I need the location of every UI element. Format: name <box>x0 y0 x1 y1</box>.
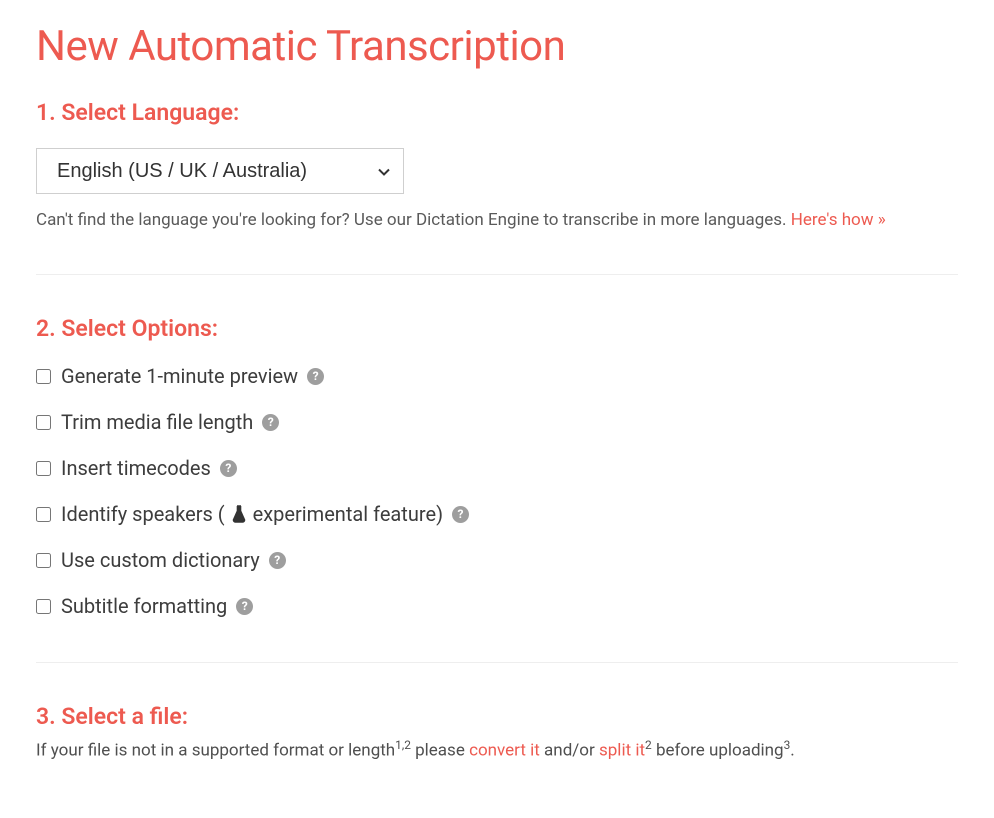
language-hint-text: Can't find the language you're looking f… <box>36 210 791 230</box>
language-select[interactable]: English (US / UK / Australia) <box>36 148 404 194</box>
file-hint-sup2: 2 <box>645 738 652 752</box>
help-icon[interactable]: ? <box>220 460 237 477</box>
help-icon[interactable]: ? <box>307 368 324 385</box>
checkbox-subtitle[interactable] <box>36 599 51 614</box>
divider-2 <box>36 662 958 663</box>
language-hint: Can't find the language you're looking f… <box>36 210 958 230</box>
label-timecodes[interactable]: Insert timecodes ? <box>61 456 237 480</box>
option-row-speakers: Identify speakers ( experimental feature… <box>36 502 958 526</box>
checkbox-trim[interactable] <box>36 415 51 430</box>
section-3-heading: 3. Select a file: <box>36 703 958 730</box>
label-preview-text: Generate 1-minute preview <box>61 364 298 388</box>
file-hint-p1: If your file is not in a supported forma… <box>36 741 395 761</box>
help-icon[interactable]: ? <box>262 414 279 431</box>
heres-how-link[interactable]: Here's how » <box>791 210 886 230</box>
label-speakers-pre: Identify speakers ( <box>61 502 225 526</box>
option-row-timecodes: Insert timecodes ? <box>36 456 958 480</box>
file-hint-p2: please <box>411 741 469 761</box>
help-icon[interactable]: ? <box>452 506 469 523</box>
file-hint-p3: and/or <box>540 741 599 761</box>
section-2-heading: 2. Select Options: <box>36 315 958 342</box>
page-title: New Automatic Transcription <box>36 22 958 71</box>
label-dictionary-text: Use custom dictionary <box>61 548 260 572</box>
file-hint-p5: . <box>790 741 794 761</box>
option-row-preview: Generate 1-minute preview ? <box>36 364 958 388</box>
divider-1 <box>36 274 958 275</box>
label-trim[interactable]: Trim media file length ? <box>61 410 279 434</box>
split-it-link[interactable]: split it <box>599 741 645 761</box>
label-preview[interactable]: Generate 1-minute preview ? <box>61 364 324 388</box>
option-row-dictionary: Use custom dictionary ? <box>36 548 958 572</box>
option-row-subtitle: Subtitle formatting ? <box>36 594 958 618</box>
label-subtitle-text: Subtitle formatting <box>61 594 227 618</box>
label-trim-text: Trim media file length <box>61 410 253 434</box>
flask-icon <box>231 505 247 523</box>
help-icon[interactable]: ? <box>236 598 253 615</box>
help-icon[interactable]: ? <box>269 552 286 569</box>
checkbox-preview[interactable] <box>36 369 51 384</box>
file-hint: If your file is not in a supported forma… <box>36 738 958 761</box>
label-timecodes-text: Insert timecodes <box>61 456 211 480</box>
section-1-heading: 1. Select Language: <box>36 99 958 126</box>
file-hint-p4: before uploading <box>652 741 784 761</box>
language-select-wrap: English (US / UK / Australia) <box>36 148 404 194</box>
checkbox-speakers[interactable] <box>36 507 51 522</box>
file-hint-sup1: 1,2 <box>395 738 411 752</box>
checkbox-dictionary[interactable] <box>36 553 51 568</box>
checkbox-timecodes[interactable] <box>36 461 51 476</box>
label-subtitle[interactable]: Subtitle formatting ? <box>61 594 253 618</box>
label-speakers-post: experimental feature) <box>253 502 443 526</box>
label-dictionary[interactable]: Use custom dictionary ? <box>61 548 286 572</box>
convert-it-link[interactable]: convert it <box>469 741 540 761</box>
label-speakers[interactable]: Identify speakers ( experimental feature… <box>61 502 469 526</box>
option-row-trim: Trim media file length ? <box>36 410 958 434</box>
